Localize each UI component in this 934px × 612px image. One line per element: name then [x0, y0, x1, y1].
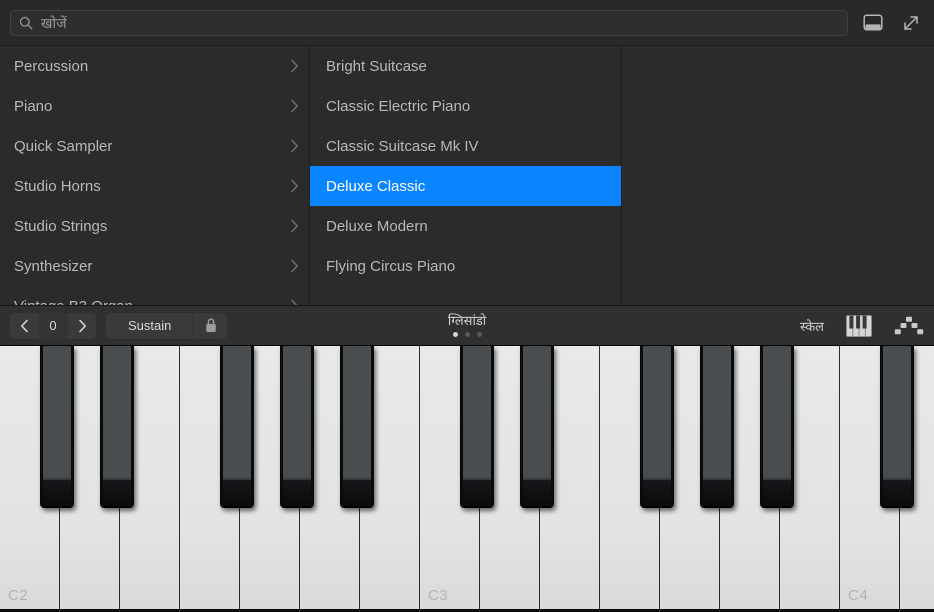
category-row[interactable]: Synthesizer — [0, 246, 309, 286]
octave-label: C2 — [8, 587, 28, 604]
control-bar-left: 0 Sustain — [10, 313, 227, 339]
octave-value: 0 — [38, 313, 68, 339]
sustain-button[interactable]: Sustain — [106, 313, 193, 339]
patch-row[interactable]: Classic Suitcase Mk IV — [310, 126, 621, 166]
black-key-lip — [883, 480, 911, 506]
search-input[interactable]: खोजें — [10, 10, 848, 36]
black-key-lip — [103, 480, 131, 506]
category-row[interactable]: Piano — [0, 86, 309, 126]
category-row[interactable]: Studio Strings — [0, 206, 309, 246]
search-icon — [19, 16, 33, 30]
octave-label: C4 — [848, 587, 868, 604]
chevron-right-icon — [290, 179, 299, 193]
chevron-right-icon — [290, 219, 299, 233]
lock-icon[interactable] — [193, 313, 227, 339]
piano-keyboard[interactable]: C2 C3 C4 — [0, 346, 934, 612]
patch-label: Classic Suitcase Mk IV — [326, 138, 607, 155]
black-key-lip — [463, 480, 491, 506]
instrument-browser-window: खोजें Percussion Piano Quick Sampler Studio… — [0, 0, 934, 612]
piano-keys-icon[interactable] — [846, 315, 872, 337]
glissando-label: ग्लिसांडो — [448, 314, 486, 328]
category-label: Synthesizer — [14, 258, 290, 275]
black-key[interactable] — [760, 346, 794, 508]
category-label: Piano — [14, 98, 290, 115]
black-key[interactable] — [340, 346, 374, 508]
search-placeholder: खोजें — [41, 16, 67, 30]
patch-row[interactable]: Bright Suitcase — [310, 46, 621, 86]
black-key-lip — [43, 480, 71, 506]
browser-columns: Percussion Piano Quick Sampler Studio Horns… — [0, 46, 934, 305]
scale-button[interactable]: स्केल — [800, 317, 824, 335]
resize-diagonal-icon[interactable] — [898, 10, 924, 36]
patch-label: Flying Circus Piano — [326, 258, 607, 275]
category-row[interactable]: Vintage B3 Organ — [0, 286, 309, 305]
patch-label: Bright Suitcase — [326, 58, 607, 75]
page-dot[interactable] — [453, 332, 458, 337]
black-key-lip — [283, 480, 311, 506]
sustain-group: Sustain — [106, 313, 227, 339]
chevron-left-icon[interactable] — [10, 313, 38, 339]
category-column[interactable]: Percussion Piano Quick Sampler Studio Horns… — [0, 46, 310, 305]
octave-stepper[interactable]: 0 — [10, 313, 96, 339]
patch-row[interactable]: Deluxe Modern — [310, 206, 621, 246]
chevron-right-icon — [290, 139, 299, 153]
black-key[interactable] — [640, 346, 674, 508]
chevron-right-icon — [290, 259, 299, 273]
control-bar-right: स्केल — [800, 315, 924, 337]
header-bar: खोजें — [0, 0, 934, 46]
page-dots[interactable] — [453, 332, 482, 337]
black-key-lip — [223, 480, 251, 506]
patch-label: Classic Electric Piano — [326, 98, 607, 115]
black-key[interactable] — [220, 346, 254, 508]
black-key-lip — [343, 480, 371, 506]
black-key[interactable] — [40, 346, 74, 508]
category-label: Vintage B3 Organ — [14, 298, 290, 306]
black-key[interactable] — [460, 346, 494, 508]
detail-column[interactable] — [622, 46, 934, 305]
octave-label: C3 — [428, 587, 448, 604]
category-row[interactable]: Quick Sampler — [0, 126, 309, 166]
patch-row[interactable]: Classic Electric Piano — [310, 86, 621, 126]
category-row[interactable]: Percussion — [0, 46, 309, 86]
panel-layout-icon[interactable] — [860, 10, 886, 36]
patch-row-selected[interactable]: Deluxe Classic — [310, 166, 621, 206]
patch-label: Deluxe Modern — [326, 218, 607, 235]
black-key[interactable] — [280, 346, 314, 508]
chevron-right-icon[interactable] — [68, 313, 96, 339]
category-row[interactable]: Studio Horns — [0, 166, 309, 206]
page-dot[interactable] — [465, 332, 470, 337]
keyboard-control-bar: 0 Sustain ग्लिसांडो — [0, 305, 934, 346]
chevron-right-icon — [290, 99, 299, 113]
black-key-lip — [523, 480, 551, 506]
chevron-right-icon — [290, 59, 299, 73]
category-label: Studio Horns — [14, 178, 290, 195]
category-label: Percussion — [14, 58, 290, 75]
black-key[interactable] — [880, 346, 914, 508]
black-key[interactable] — [520, 346, 554, 508]
page-dot[interactable] — [477, 332, 482, 337]
black-key-lip — [643, 480, 671, 506]
patch-label: Deluxe Classic — [326, 178, 607, 195]
category-label: Quick Sampler — [14, 138, 290, 155]
patch-row[interactable]: Flying Circus Piano — [310, 246, 621, 286]
black-key-lip — [763, 480, 791, 506]
patch-column[interactable]: Bright Suitcase Classic Electric Piano Cla… — [310, 46, 622, 305]
category-label: Studio Strings — [14, 218, 290, 235]
arpeggiator-icon[interactable] — [894, 316, 924, 336]
black-key[interactable] — [100, 346, 134, 508]
black-key[interactable] — [700, 346, 734, 508]
black-key-lip — [703, 480, 731, 506]
